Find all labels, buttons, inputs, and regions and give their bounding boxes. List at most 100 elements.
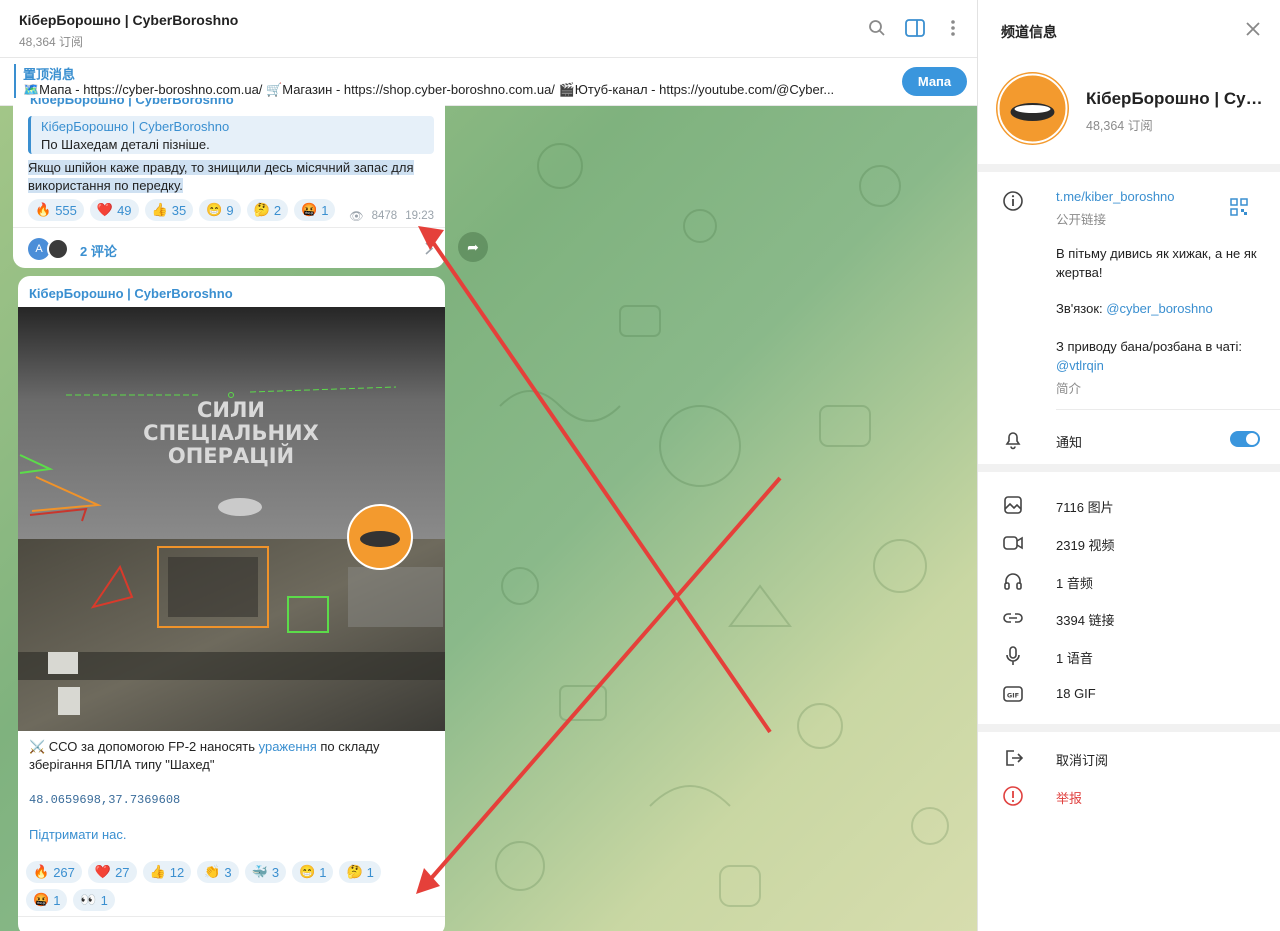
reaction-count: 35 [171,202,187,218]
coordinates[interactable]: 48.0659698,37.7369608 [29,793,180,807]
reaction-heart[interactable]: ❤️ 49 [89,199,139,221]
video-thumbnail[interactable]: СИЛИ СПЕЦІАЛЬНИХ ОПЕРАЦІЙ [18,307,445,731]
reaction-thinking[interactable]: 🤔 2 [246,199,289,221]
reaction-whale[interactable]: 🐳 3 [244,861,287,883]
reaction-count: 1 [53,892,61,908]
forward-icon[interactable]: ➦ [458,232,488,262]
channel-info-panel: 频道信息 КіберБорошно | CyberBoroshno 48,364… [977,0,1280,931]
overlay-line-2: СПЕЦІАЛЬНИХ [143,421,319,445]
telegram-window: КіберБорошно | CyberBoroshno 48,364 订阅 置… [0,0,1280,931]
notifications-toggle[interactable] [1230,431,1260,447]
message-time: 19:23 [405,210,434,222]
reaction-eyes[interactable]: 👀 1 [73,889,115,911]
leave-channel-button[interactable]: 取消订阅 [1056,750,1108,769]
bell-icon [1002,428,1024,450]
reaction-count: 267 [53,864,75,880]
pinned-label: 置顶消息 [23,67,76,82]
video-icon [1002,532,1024,554]
map-button[interactable]: Мапа [902,67,967,96]
reply-text: По Шахедам деталі пізніше. [41,137,210,152]
reaction-count: 9 [226,202,234,218]
message-sender[interactable]: КіберБорошно | CyberBoroshno [29,286,233,301]
sidebar-toggle-icon[interactable] [905,18,925,38]
stat-voice[interactable]: 1 语音 [1056,648,1093,667]
message-bubble[interactable]: КіберБорошно | CyberBoroshno КіберБорошн… [13,98,445,268]
channel-description: В пітьму дивись як хижак, а не як жертва… [1056,246,1257,280]
video-frame: СИЛИ СПЕЦІАЛЬНИХ ОПЕРАЦІЙ [18,307,445,731]
heart-icon: ❤️ [96,202,114,217]
search-icon[interactable] [867,18,887,38]
channel-avatar[interactable] [996,72,1069,145]
overlay-line-1: СИЛИ [197,398,265,422]
image-icon [1002,494,1024,516]
stat-links[interactable]: 3394 链接 [1056,610,1115,629]
comments-link[interactable]: 2 评论 [80,241,117,260]
reaction-count: 1 [319,864,327,880]
divider [978,464,1280,472]
reaction-clap[interactable]: 👏 3 [197,861,239,883]
support-link[interactable]: Підтримати нас. [29,827,127,842]
divider [1056,409,1280,410]
divider [18,916,445,917]
reaction-fire[interactable]: 🔥 267 [26,861,82,883]
reaction-count: 1 [100,892,108,908]
ban-contact-link[interactable]: @vtlrqin [1056,358,1104,373]
divider [978,724,1280,732]
message-bubble[interactable]: КіберБорошно | CyberBoroshno СИЛИ СПЕЦІА… [18,276,445,931]
reaction-thumbs-up[interactable]: 👍 35 [144,199,194,221]
reaction-count: 27 [115,864,130,880]
reaction-thumbs-up[interactable]: 👍 12 [142,861,192,883]
chat-panel: КіберБорошно | CyberBoroshno 48,364 订阅 置… [0,0,977,931]
thumbs-up-icon: 👍 [149,864,166,879]
stat-videos[interactable]: 2319 视频 [1056,535,1115,554]
reaction-count: 2 [273,202,282,218]
angry-icon: 🤬 [301,202,318,217]
thumbs-up-icon: 👍 [151,202,168,217]
reaction-angry[interactable]: 🤬 1 [294,199,336,221]
stat-audio[interactable]: 1 音频 [1056,573,1093,592]
reaction-count: 555 [55,202,77,218]
reaction-count: 12 [169,864,185,880]
comments-bar[interactable]: A 2 评论 [13,227,445,268]
reaction-grin[interactable]: 😁 1 [292,861,334,883]
view-count: 8478 [371,210,398,222]
link-icon [1002,607,1024,629]
reaction-count: 3 [224,864,232,880]
divider [978,164,1280,172]
caption-link[interactable]: ураження [259,739,317,754]
reaction-grin[interactable]: 😁 9 [199,199,241,221]
eye-icon: 👁 [349,211,364,223]
report-icon [1002,785,1024,807]
gif-icon: GIF [1002,683,1024,705]
close-icon[interactable] [1244,20,1262,38]
reaction-count: 1 [366,864,374,880]
grin-icon: 😁 [206,202,223,217]
reaction-count: 3 [271,864,280,880]
fire-icon: 🔥 [33,864,50,879]
message-caption: ⚔️ ССО за допомогою FP-2 наносять уражен… [29,738,434,774]
more-icon[interactable] [943,18,963,38]
thinking-icon: 🤔 [253,202,270,217]
reactions: 🔥 267 ❤️ 27 👍 12 👏 3 🐳 3 😁 1 🤔 1 🤬 1 👀 1 [26,861,426,911]
reply-author: КіберБорошно | CyberBoroshno [41,119,230,134]
report-button[interactable]: 举报 [1056,788,1082,807]
info-icon [1002,190,1024,212]
description-label: 简介 [1056,382,1082,396]
reaction-thinking[interactable]: 🤔 1 [339,861,381,883]
reaction-angry[interactable]: 🤬 1 [26,889,68,911]
overlay-line-3: ОПЕРАЦІЙ [168,443,294,468]
reaction-fire[interactable]: 🔥 555 [28,199,84,221]
reply-quote[interactable]: КіберБорошно | CyberBoroshno По Шахедам … [28,116,434,154]
stat-gif[interactable]: 18 GIF [1056,686,1096,701]
contact-line: Зв'язок: @cyber_boroshno [1056,301,1213,316]
channel-link-label: 公开链接 [1056,213,1107,227]
chat-header[interactable]: КіберБорошно | CyberBoroshno 48,364 订阅 [0,0,977,58]
mic-icon [1002,645,1024,667]
contact-link[interactable]: @cyber_boroshno [1106,301,1212,316]
channel-link[interactable]: t.me/kiber_boroshno [1056,189,1175,204]
chat-subscribers: 48,364 订阅 [19,35,84,49]
qr-code-icon[interactable] [1230,198,1248,219]
reaction-heart[interactable]: ❤️ 27 [87,861,137,883]
stat-photos[interactable]: 7116 图片 [1056,497,1114,516]
chat-title: КіберБорошно | CyberBoroshno [19,12,239,28]
